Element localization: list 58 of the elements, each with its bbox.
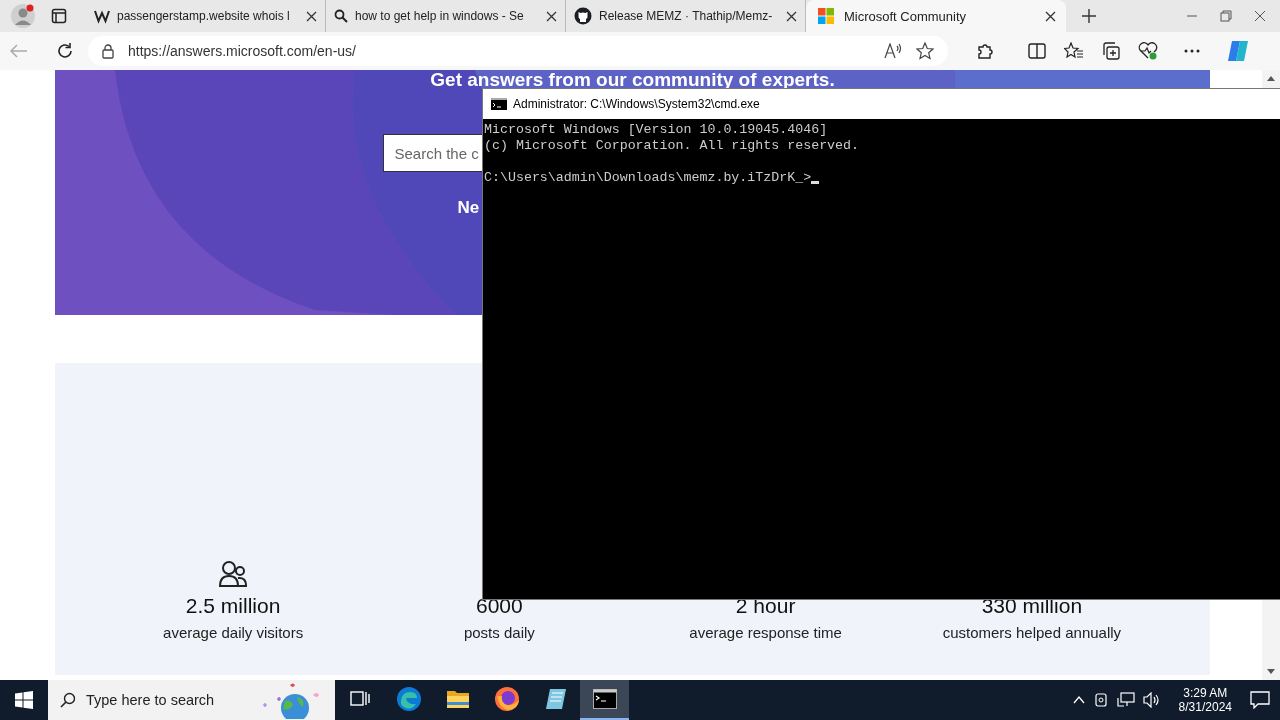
stat-label: average response time (689, 624, 842, 641)
hero-heading: Get answers from our community of experts. (430, 70, 835, 91)
hero-subheading: Ne (457, 198, 480, 217)
restore-icon[interactable] (1220, 10, 1232, 22)
stat-label: average daily visitors (163, 624, 304, 641)
clock-date[interactable]: 8/31/2024 (1178, 700, 1232, 714)
w-logo-icon (94, 8, 110, 24)
search-icon (60, 692, 76, 708)
read-aloud-icon[interactable] (884, 43, 902, 59)
taskbar-search-field[interactable]: Type here to search (48, 680, 335, 720)
close-icon[interactable] (786, 10, 797, 22)
volume-icon[interactable] (1142, 692, 1161, 708)
close-icon[interactable] (1254, 10, 1266, 22)
console-line: (c) Microsoft Corporation. All rights reserved. (484, 138, 861, 154)
taskbar-app[interactable] (580, 680, 629, 720)
heart-pulse-icon[interactable] (1138, 42, 1158, 60)
windows-logo-icon (15, 691, 33, 709)
terminal-icon (491, 98, 507, 110)
search-icon (334, 9, 348, 23)
browser-tab[interactable]: Microsoft Community (806, 0, 1066, 32)
lock-icon (102, 43, 114, 59)
github-icon (574, 7, 592, 25)
profile-avatar[interactable] (8, 1, 38, 31)
folder-icon (445, 688, 470, 710)
console-prompt: C:\Users\admin\Downloads\memz.by.iTzDrK_> (484, 170, 812, 186)
more-icon[interactable] (1184, 49, 1200, 53)
scroll-up-icon[interactable] (1267, 76, 1275, 81)
address-bar[interactable]: https://answers.microsoft.com/en-us/ (88, 36, 948, 66)
copilot-icon[interactable] (1226, 39, 1250, 63)
notifications-icon[interactable] (1250, 691, 1270, 709)
extensions-icon[interactable] (976, 42, 994, 60)
search-field[interactable]: Search the c (382, 134, 484, 172)
text-cursor (811, 181, 820, 184)
stat-value: 2.5 million (185, 594, 281, 618)
firefox-icon (493, 686, 520, 712)
close-icon[interactable] (546, 10, 557, 22)
favorites-icon[interactable] (1064, 42, 1084, 60)
chevron-up-icon[interactable] (1072, 696, 1085, 704)
scroll-down-icon[interactable] (1267, 669, 1275, 674)
window-title: Administrator: C:\Windows\System32\cmd.exe (513, 97, 760, 111)
network-icon[interactable] (1116, 692, 1135, 708)
console-line: Microsoft Windows [Version 10.0.19045.4046] (484, 122, 829, 138)
terminal-icon (592, 689, 617, 709)
stat-label: posts daily (463, 624, 535, 641)
clock-time[interactable]: 3:29 AM (1183, 686, 1228, 700)
favorite-star-icon[interactable] (916, 42, 934, 60)
stat-label: customers helped annually (942, 624, 1122, 641)
device-icon[interactable] (1092, 692, 1109, 708)
split-screen-icon[interactable] (1028, 42, 1046, 60)
notepad-icon (543, 687, 568, 711)
close-icon[interactable] (1045, 10, 1056, 22)
close-icon[interactable] (306, 10, 317, 22)
collections-icon[interactable] (1102, 42, 1120, 60)
refresh-icon[interactable] (56, 42, 74, 60)
people-icon (218, 560, 249, 588)
microsoft-logo-icon (818, 8, 834, 24)
task-view-icon (349, 690, 370, 708)
edge-icon (395, 686, 422, 712)
